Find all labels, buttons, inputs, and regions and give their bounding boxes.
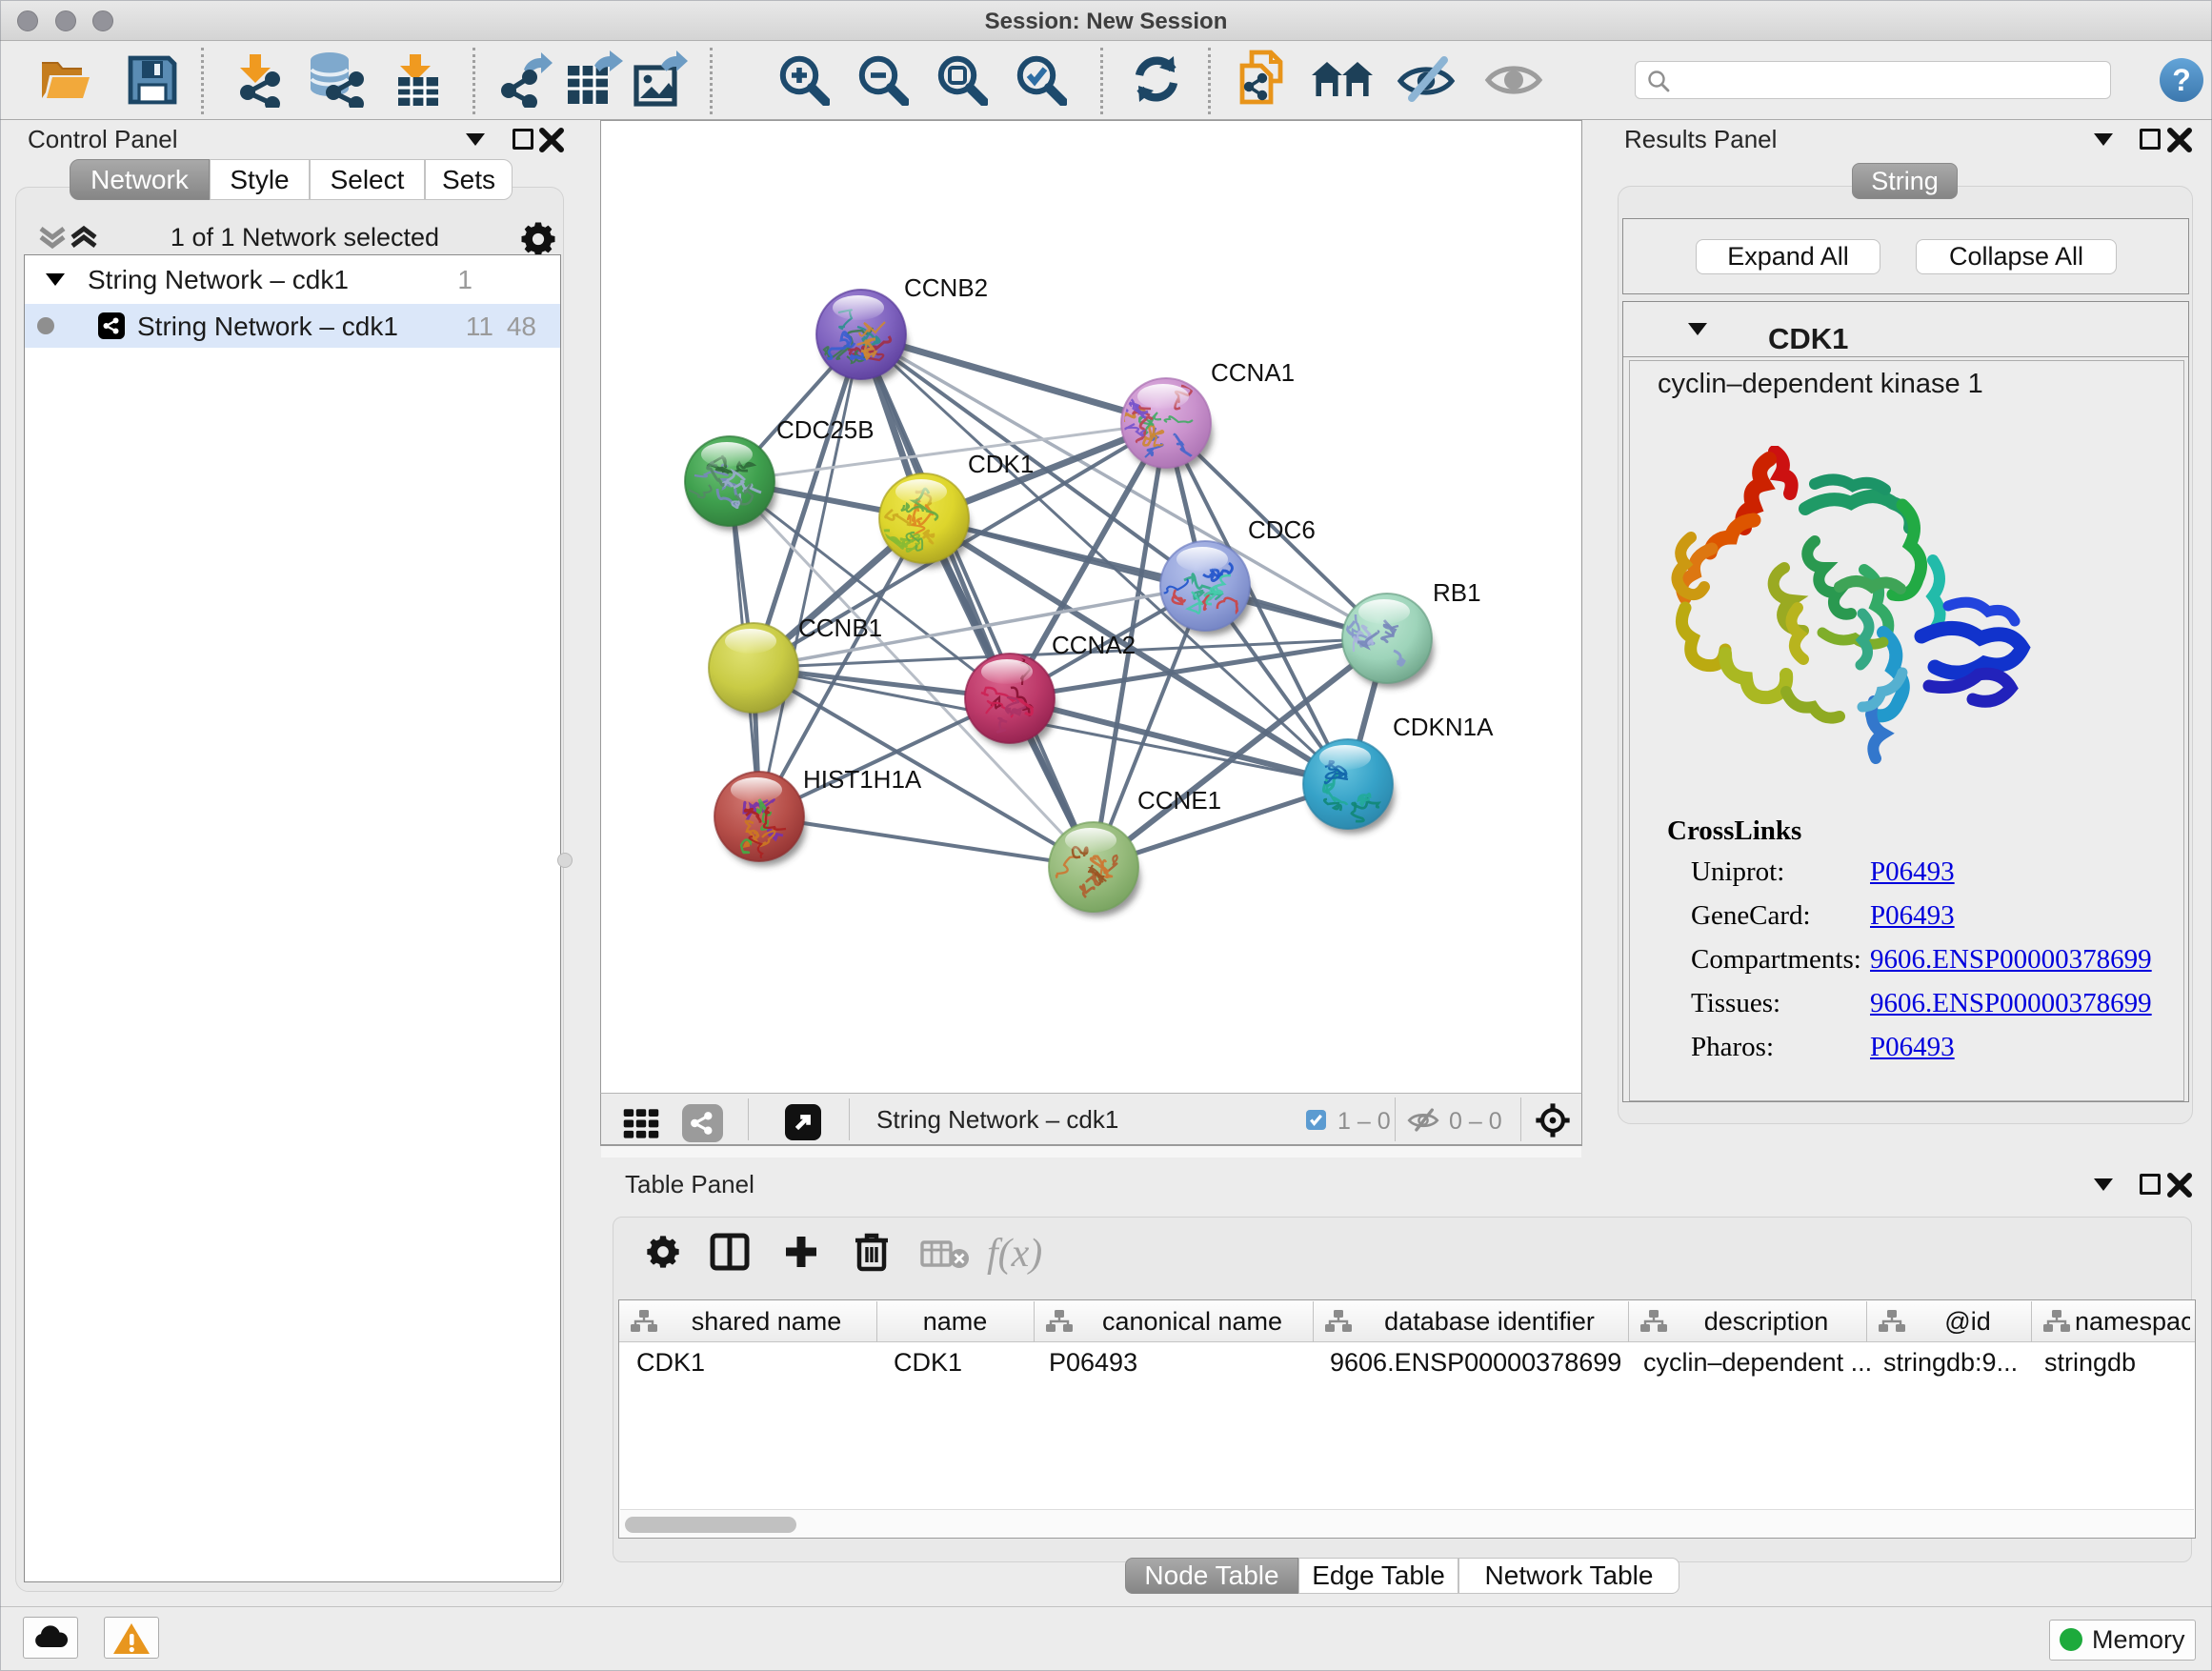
svg-text:CDK1: CDK1 — [968, 450, 1034, 478]
svg-text:CDKN1A: CDKN1A — [1393, 713, 1494, 741]
svg-text:CCNA1: CCNA1 — [1211, 358, 1295, 387]
svg-text:HIST1H1A: HIST1H1A — [803, 765, 922, 794]
svg-text:CDC6: CDC6 — [1248, 515, 1316, 544]
svg-text:RB1: RB1 — [1433, 578, 1481, 607]
svg-text:CCNB1: CCNB1 — [798, 614, 882, 642]
svg-text:CCNE1: CCNE1 — [1137, 786, 1221, 815]
svg-text:CDC25B: CDC25B — [776, 415, 875, 444]
svg-text:CCNA2: CCNA2 — [1052, 631, 1136, 659]
svg-text:CCNB2: CCNB2 — [904, 273, 988, 302]
